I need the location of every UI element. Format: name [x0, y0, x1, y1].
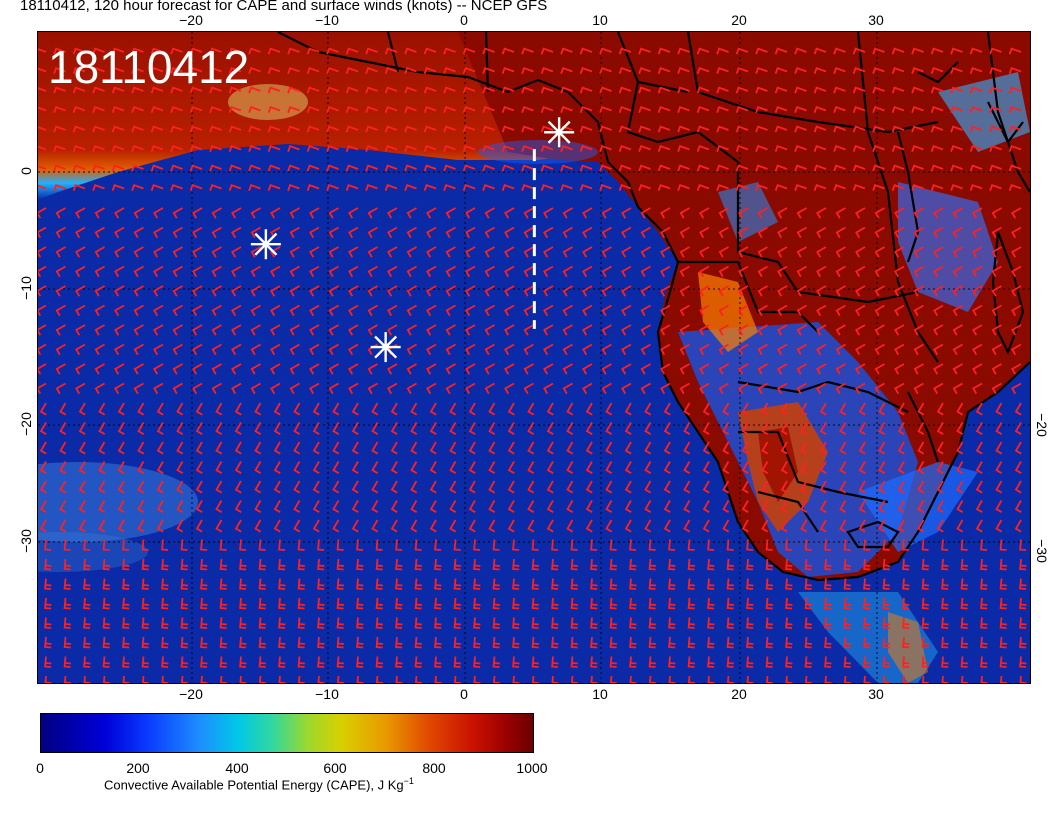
cape-patch	[478, 140, 598, 164]
x-tick-bottom: −10	[315, 686, 339, 702]
asterisk-3-marker	[544, 117, 575, 148]
colorbar-label: Convective Available Potential Energy (C…	[104, 776, 414, 792]
x-tick-top: 30	[868, 12, 884, 28]
colorbar-tick: 200	[126, 760, 150, 776]
colorbar-tick: 0	[36, 760, 44, 776]
y-tick-left: −20	[17, 412, 34, 436]
x-tick-bottom: 0	[460, 686, 468, 702]
cape-map	[37, 31, 1031, 684]
colorbar-label-text: Convective Available Potential Energy (C…	[104, 777, 404, 793]
colorbar-label-exponent: −1	[403, 776, 414, 786]
x-tick-top: 10	[592, 12, 608, 28]
x-tick-bottom: 20	[731, 686, 747, 702]
y-tick-right: −30	[1033, 539, 1050, 563]
date-stamp: 18110412	[48, 41, 250, 93]
asterisk-2-marker	[370, 332, 401, 363]
x-tick-bottom: 30	[868, 686, 884, 702]
cape-colorbar	[40, 713, 534, 753]
y-tick-right: −20	[1033, 413, 1050, 437]
y-tick-left: −30	[17, 529, 34, 553]
x-tick-top: −10	[315, 12, 339, 28]
colorbar-tick: 1000	[516, 760, 548, 776]
x-tick-bottom: 10	[592, 686, 608, 702]
y-tick-left: 0	[17, 167, 34, 175]
colorbar-tick: 800	[422, 760, 446, 776]
x-tick-top: 0	[460, 12, 468, 28]
colorbar-tick: 400	[225, 760, 249, 776]
colorbar-tick: 600	[323, 760, 347, 776]
y-tick-left: −10	[17, 276, 34, 300]
x-tick-bottom: −20	[179, 686, 203, 702]
asterisk-1-marker	[250, 229, 281, 260]
x-tick-top: 20	[731, 12, 747, 28]
page-title: 18110412, 120 hour forecast for CAPE and…	[20, 0, 548, 14]
x-tick-top: −20	[179, 12, 203, 28]
